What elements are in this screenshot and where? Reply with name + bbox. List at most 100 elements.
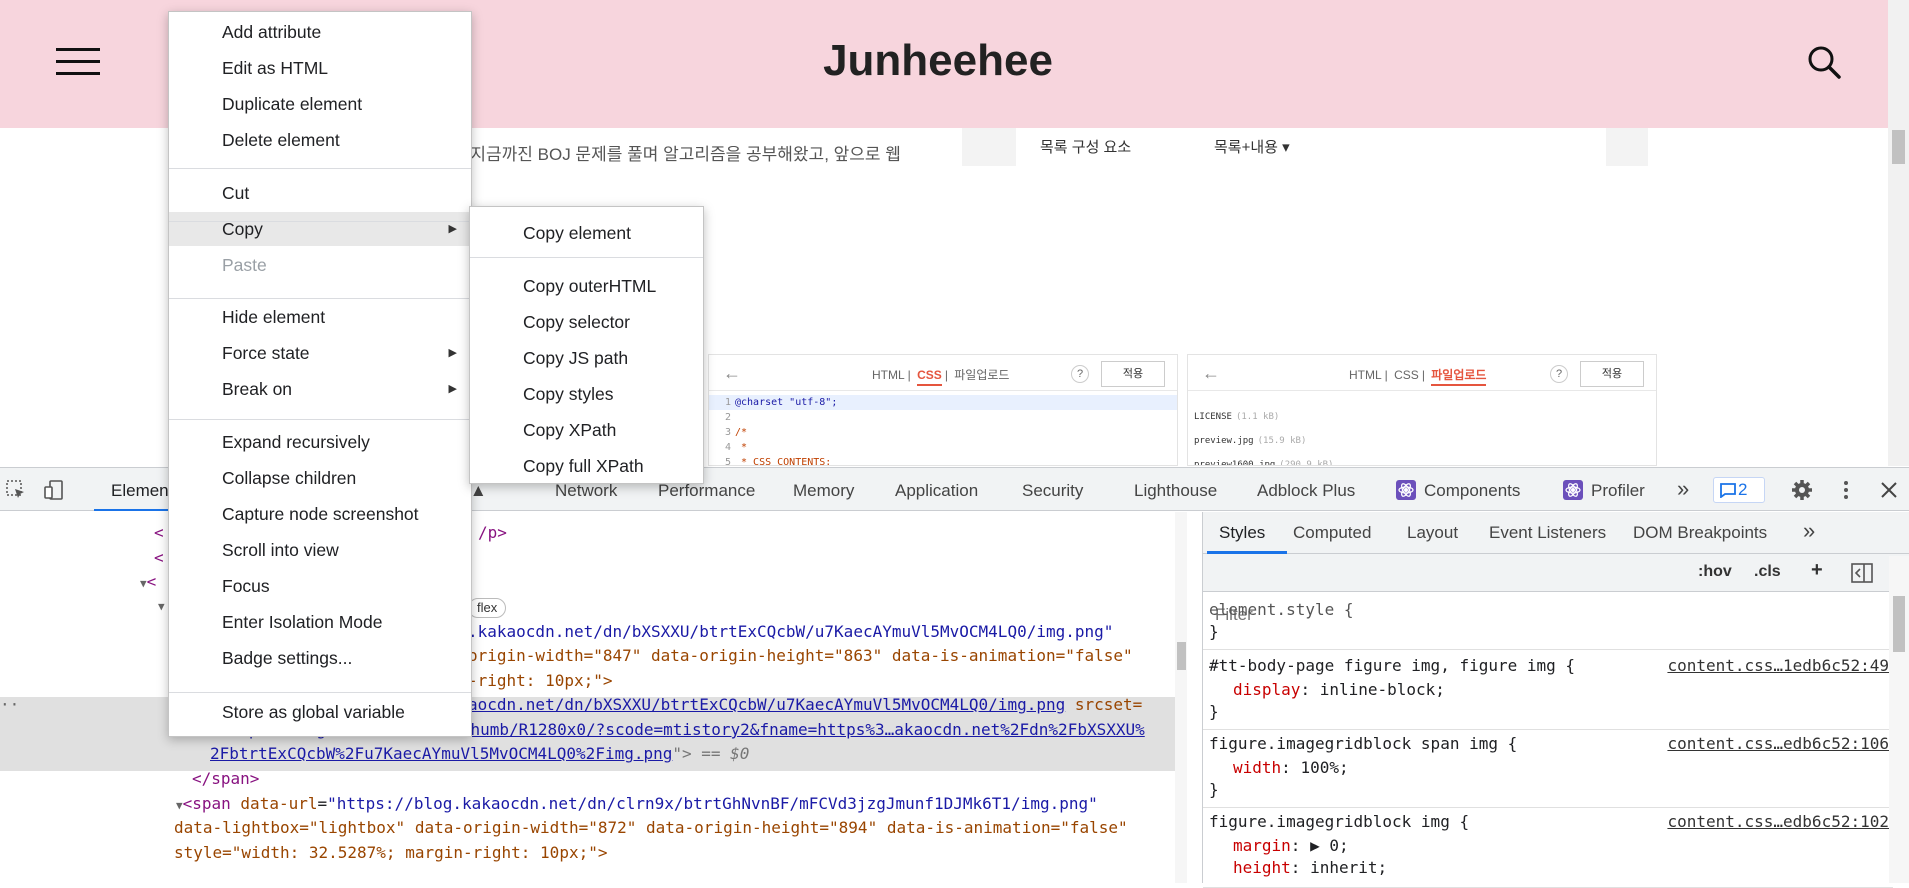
help-icon: ? [1550,365,1568,383]
menu-item-copy-element[interactable]: Copy element [470,216,703,250]
more-tabs-icon[interactable]: » [1803,518,1815,544]
menu-item-hide-element[interactable]: Hide element [169,300,471,334]
rule-source-link[interactable]: content.css…edb6c52:106 [1667,732,1889,757]
toggle-sidebar-icon[interactable] [1851,563,1873,583]
tab-elements[interactable]: Elemen [111,481,169,501]
menu-item-expand-recursively[interactable]: Expand recursively [169,425,471,459]
tab-performance[interactable]: Performance [658,481,755,501]
menu-item-label: Cut [222,183,250,203]
rule-selector: element.style { [1209,600,1354,619]
menu-item-label: Copy [222,219,263,239]
code-area: 1 @charset "utf-8"; 2 3/* 4 * 5 * CSS CONTENT… [709,391,1177,465]
menu-item-label: Delete element [222,130,340,150]
help-icon: ? [1071,365,1089,383]
intro-text: 해 지금까진 BOJ 문제를 풀며 알고리즘을 공부해왔고, 앞으로 웹 [450,145,901,164]
flex-badge[interactable]: flex [468,598,507,618]
menu-item-paste[interactable]: Paste [169,248,471,282]
rule-source-link[interactable]: content.css…1edb6c52:49 [1667,654,1889,679]
tab-dom-breakpoints[interactable]: DOM Breakpoints [1633,523,1767,543]
menu-item-focus[interactable]: Focus [169,569,471,603]
menu-item-badge-settings[interactable]: Badge settings... [169,641,471,675]
search-icon[interactable] [1806,44,1842,80]
editor-tab-css: CSS [1394,368,1419,382]
tab-adblock-plus[interactable]: Adblock Plus [1257,481,1355,501]
gear-icon[interactable] [1790,478,1814,502]
menu-item-duplicate-element[interactable]: Duplicate element [169,87,471,121]
tab-security[interactable]: Security [1022,481,1083,501]
menu-item-copy-selector[interactable]: Copy selector [470,305,703,339]
rule-close-brace: } [1209,780,1219,799]
menu-item-capture-node-screenshot[interactable]: Capture node screenshot [169,497,471,531]
tab-computed[interactable]: Computed [1293,523,1371,543]
tab-styles[interactable]: Styles [1219,523,1265,543]
apply-button: 적용 [1101,361,1165,387]
menu-item-copy-outerhtml[interactable]: Copy outerHTML [470,269,703,303]
tree-link[interactable]: 2FbtrtExCQcbW%2Fu7KaecAYmuVl5MvOCM4LQ0%2… [210,744,672,763]
file-item: LICENSE (1.1 kB) [1194,412,1280,422]
copy-submenu: Copy element Copy outerHTML Copy selector C… [469,206,704,484]
menu-item-add-attribute[interactable]: Add attribute [169,15,471,49]
tab-network[interactable]: Network [555,481,617,501]
tab-event-listeners[interactable]: Event Listeners [1489,523,1606,543]
menu-separator [470,257,703,258]
rule-selector: #tt-body-page figure img, figure img { [1209,656,1576,675]
elements-scrollbar[interactable] [1175,512,1187,883]
rule-close-brace: } [1209,622,1219,641]
close-icon[interactable] [1877,478,1901,502]
file-upload-screenshot: ← HTML | CSS | 파일업로드 ? 적용 LICENSE (1.1 kB) p… [1187,354,1657,466]
code-line: 2 [724,412,731,423]
rule-selector: figure.imagegridblock span img { [1209,734,1518,753]
menu-item-enter-isolation-mode[interactable]: Enter Isolation Mode [169,605,471,639]
style-rule[interactable]: element.style {} [1203,596,1893,650]
menu-item-copy-js-path[interactable]: Copy JS path [470,341,703,375]
tab-application[interactable]: Application [895,481,978,501]
menu-item-copy-styles[interactable]: Copy styles [470,377,703,411]
tab-components[interactable]: Components [1424,481,1520,501]
issues-badge[interactable]: 2 [1713,477,1765,503]
tree-line: /p> [478,523,507,542]
menu-item-force-state[interactable]: Force state ▶ [169,336,471,370]
tree-link[interactable]: aocdn.net/dn/bXSXXU/btrtExCQcbW/u7KaecAY… [468,695,1065,714]
kebab-menu-icon[interactable] [1834,478,1858,502]
menu-item-store-as-global-variable[interactable]: Store as global variable [169,695,471,729]
css-property[interactable]: display: inline-block; [1233,678,1445,703]
menu-item-copy[interactable]: Copy ▶ [169,212,471,246]
new-style-rule-button[interactable]: + [1811,559,1823,582]
styles-tabbar: Styles Computed Layout Event Listeners D… [1203,512,1909,554]
menu-item-scroll-into-view[interactable]: Scroll into view [169,533,471,567]
more-tabs-icon[interactable]: » [1677,476,1689,502]
file-item: preview1600.jpg (290.9 kB) [1194,460,1334,466]
submenu-arrow-icon: ▶ [448,383,457,395]
menu-item-edit-as-html[interactable]: Edit as HTML [169,51,471,85]
editor-tab-upload: 파일업로드 [1431,368,1487,386]
style-rule[interactable]: figure.imagegridblock span img { content.… [1203,730,1893,808]
menu-item-label: Enter Isolation Mode [222,612,383,632]
css-property[interactable]: margin: ▶ 0; [1233,834,1349,859]
menu-item-delete-element[interactable]: Delete element [169,123,471,157]
menu-item-label: Store as global variable [222,702,405,722]
code-line: 1 @charset "utf-8"; [709,395,1177,410]
rule-source-link[interactable]: content.css…edb6c52:102 [1667,810,1889,835]
hov-button[interactable]: :hov [1698,563,1732,581]
menu-item-copy-full-xpath[interactable]: Copy full XPath [470,449,703,483]
css-property[interactable]: height: inherit; [1233,856,1387,881]
menu-item-break-on[interactable]: Break on ▶ [169,372,471,406]
menu-item-cut[interactable]: Cut [169,176,471,210]
css-property[interactable]: width: 100%; [1233,756,1349,781]
styles-scrollbar[interactable] [1889,556,1909,883]
tab-memory[interactable]: Memory [793,481,854,501]
menu-item-copy-xpath[interactable]: Copy XPath [470,413,703,447]
submenu-arrow-icon: ▶ [448,223,457,235]
tab-lighthouse[interactable]: Lighthouse [1134,481,1217,501]
cls-button[interactable]: .cls [1754,563,1781,581]
apply-button: 적용 [1580,361,1644,387]
style-rule[interactable]: figure.imagegridblock img {content.css…e… [1203,808,1893,888]
page-scrollbar[interactable] [1888,0,1909,466]
device-toolbar-icon[interactable] [42,478,66,502]
menu-item-collapse-children[interactable]: Collapse children [169,461,471,495]
style-rule[interactable]: #tt-body-page figure img, figure img { co… [1203,652,1893,730]
menu-item-label: Expand recursively [222,432,370,452]
tab-profiler[interactable]: Profiler [1591,481,1645,501]
tab-layout[interactable]: Layout [1407,523,1458,543]
inspect-element-icon[interactable] [4,478,28,502]
